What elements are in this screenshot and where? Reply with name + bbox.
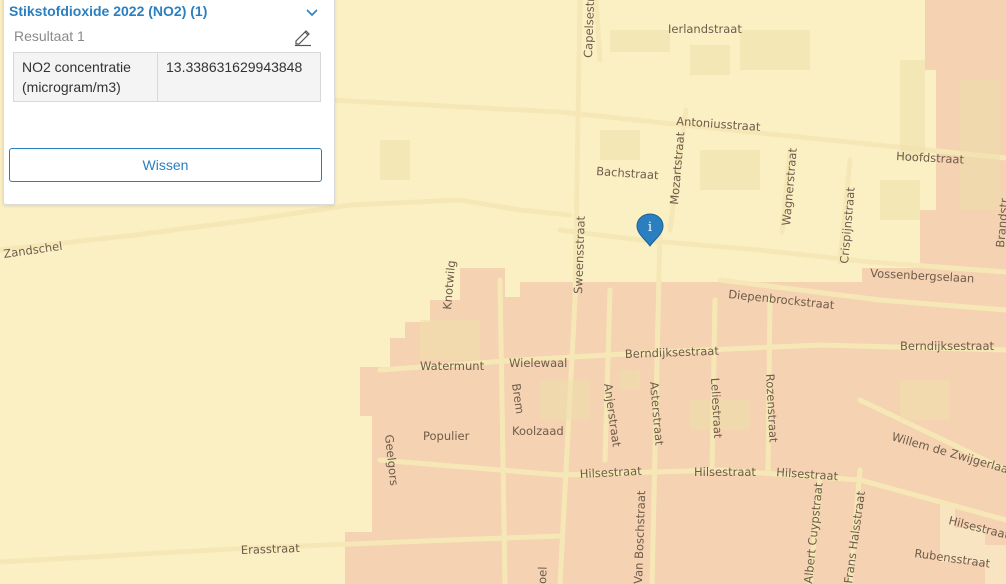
layer-title[interactable]: Stikstofdioxide 2022 (NO2) (1) [9,3,207,19]
street-label: Sweensstraat [571,215,588,294]
chevron-down-icon[interactable] [302,2,322,22]
street-label: oel [535,566,550,584]
street-label: Populier [423,429,470,443]
table-row: NO2 concentratie (microgram/m3) 13.33863… [13,52,321,102]
street-label: Koolzaad [512,424,564,438]
edit-icon[interactable] [292,25,314,47]
street-label: Wielewaal [509,356,567,370]
clear-button[interactable]: Wissen [9,148,322,182]
street-label: Hilsestraat [694,465,756,479]
attribute-table: NO2 concentratie (microgram/m3) 13.33863… [13,52,321,102]
street-label: Erasstraat [241,541,301,557]
attribute-name: NO2 concentratie (microgram/m3) [13,52,158,102]
street-label: Ierlandstraat [668,22,742,36]
result-label: Resultaat 1 [14,28,85,44]
feature-info-panel: Stikstofdioxide 2022 (NO2) (1) Resultaat… [3,0,335,205]
attribute-value: 13.338631629943848 [157,52,321,102]
street-label: Capelsestraat [581,0,598,58]
street-label: Berndijksestraat [900,339,995,353]
street-label: Watermunt [420,359,485,373]
marker-info-icon: i [648,220,652,235]
